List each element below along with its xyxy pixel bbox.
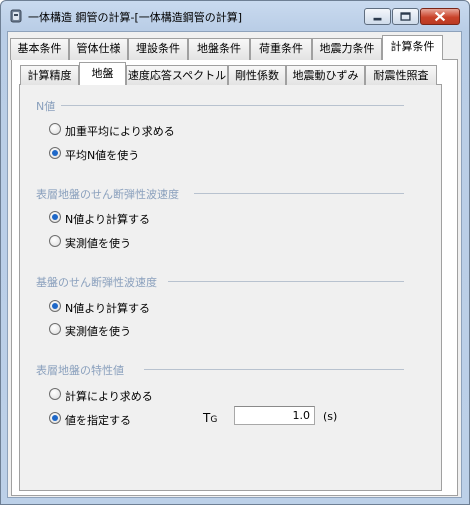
- close-button[interactable]: [420, 8, 460, 25]
- group-title-surface-shear-wave: 表層地盤のせん断弾性波速度: [36, 188, 179, 201]
- radio-button[interactable]: [49, 388, 61, 400]
- radio-label: 計算により求める: [65, 390, 153, 403]
- radio-label: 実測値を使う: [65, 325, 131, 338]
- radio-button[interactable]: [49, 412, 61, 424]
- radio-label: 平均N値を使う: [65, 149, 140, 162]
- tab-jishinryoku-jouken[interactable]: 地震力条件: [312, 38, 382, 60]
- group-divider: [194, 193, 404, 194]
- radio-button[interactable]: [49, 323, 61, 335]
- radio-label: N値より計算する: [65, 302, 151, 315]
- radio-button[interactable]: [49, 211, 61, 223]
- radio-button[interactable]: [49, 147, 61, 159]
- group-divider: [168, 281, 404, 282]
- tab-kantai-shiyou[interactable]: 管体仕様: [69, 38, 128, 60]
- subtab-taishinsei-shousa[interactable]: 耐震性照査: [365, 65, 437, 85]
- radio-label: 加重平均により求める: [65, 125, 175, 138]
- group-divider: [144, 369, 404, 370]
- radio-button[interactable]: [49, 123, 61, 135]
- tab-kajuu-jouken[interactable]: 荷重条件: [250, 38, 312, 60]
- group-title-base-shear-wave: 基盤のせん断弾性波速度: [36, 276, 157, 289]
- app-icon: [10, 9, 22, 23]
- tg-label: TG: [203, 411, 217, 425]
- group-divider: [61, 105, 404, 106]
- radio-button[interactable]: [49, 235, 61, 247]
- group-title-n-value: N値: [36, 100, 56, 113]
- app-window: 一体構造 鋼管の計算-[一体構造鋼管の計算] 基本条件 管体仕様 埋設条件 地盤…: [0, 0, 470, 505]
- tab-keisan-jouken[interactable]: 計算条件: [382, 35, 443, 60]
- window-title: 一体構造 鋼管の計算-[一体構造鋼管の計算]: [28, 11, 243, 24]
- subtab-sokudo-outou-spectrum[interactable]: 速度応答スペクトル: [126, 65, 228, 85]
- tg-label-subscript: G: [210, 415, 218, 425]
- tg-value-input[interactable]: 1.0: [234, 406, 315, 425]
- radio-label: 実測値を使う: [65, 237, 131, 250]
- subtab-keisan-seido[interactable]: 計算精度: [20, 65, 79, 85]
- tab-jiban-jouken[interactable]: 地盤条件: [188, 38, 250, 60]
- maximize-icon: [400, 12, 411, 21]
- close-icon: [434, 11, 446, 22]
- minimize-icon: [373, 17, 382, 21]
- minimize-button[interactable]: [364, 8, 391, 25]
- tg-unit: (s): [323, 410, 338, 423]
- maximize-button[interactable]: [392, 8, 419, 25]
- radio-label: N値より計算する: [65, 213, 151, 226]
- title-bar[interactable]: 一体構造 鋼管の計算-[一体構造鋼管の計算]: [1, 1, 469, 31]
- group-title-characteristic-value: 表層地盤の特性値: [36, 364, 124, 377]
- subtab-jishindou-hizumi[interactable]: 地震動ひずみ: [286, 65, 365, 85]
- radio-button[interactable]: [49, 300, 61, 312]
- subtab-gousei-keisuu[interactable]: 剛性係数: [228, 65, 286, 85]
- subtab-jiban[interactable]: 地盤: [79, 62, 126, 85]
- tab-kihon-jouken[interactable]: 基本条件: [10, 38, 69, 60]
- radio-label: 値を指定する: [65, 414, 131, 427]
- tab-maisetsu-jouken[interactable]: 埋設条件: [128, 38, 188, 60]
